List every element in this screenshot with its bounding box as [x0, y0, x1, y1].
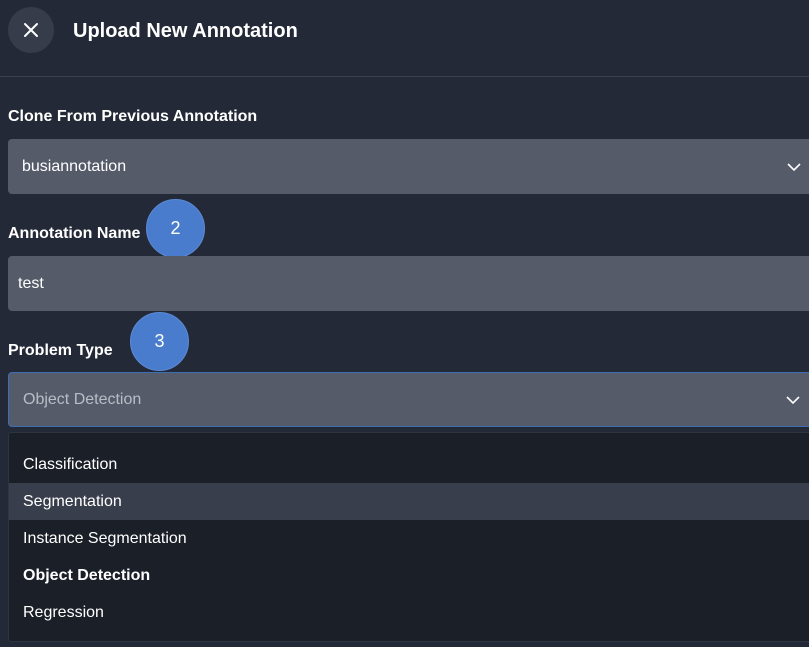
close-icon — [24, 23, 38, 37]
chevron-down-icon — [786, 395, 800, 404]
problem-type-dropdown: Classification Segmentation Instance Seg… — [8, 432, 809, 642]
option-regression[interactable]: Regression — [9, 594, 809, 631]
step-badge-3: 3 — [130, 312, 189, 371]
clone-label: Clone From Previous Annotation — [8, 108, 258, 125]
annotation-name-label: Annotation Name — [8, 225, 141, 242]
clone-select[interactable]: busiannotation — [8, 139, 809, 194]
modal-header: Upload New Annotation — [0, 0, 809, 77]
annotation-name-input[interactable]: test — [8, 256, 809, 311]
clone-select-value: busiannotation — [22, 157, 127, 175]
option-object-detection[interactable]: Object Detection — [9, 557, 809, 594]
modal-title: Upload New Annotation — [73, 20, 298, 42]
problem-type-label: Problem Type — [8, 342, 113, 359]
close-button[interactable] — [8, 7, 54, 53]
option-classification[interactable]: Classification — [9, 446, 809, 483]
annotation-name-value: test — [18, 274, 44, 292]
problem-type-select-value: Object Detection — [23, 390, 142, 408]
option-instance-segmentation[interactable]: Instance Segmentation — [9, 520, 809, 557]
option-segmentation[interactable]: Segmentation — [9, 483, 809, 520]
problem-type-select[interactable]: Object Detection — [8, 372, 809, 427]
step-badge-2: 2 — [146, 199, 205, 258]
chevron-down-icon — [787, 162, 801, 171]
